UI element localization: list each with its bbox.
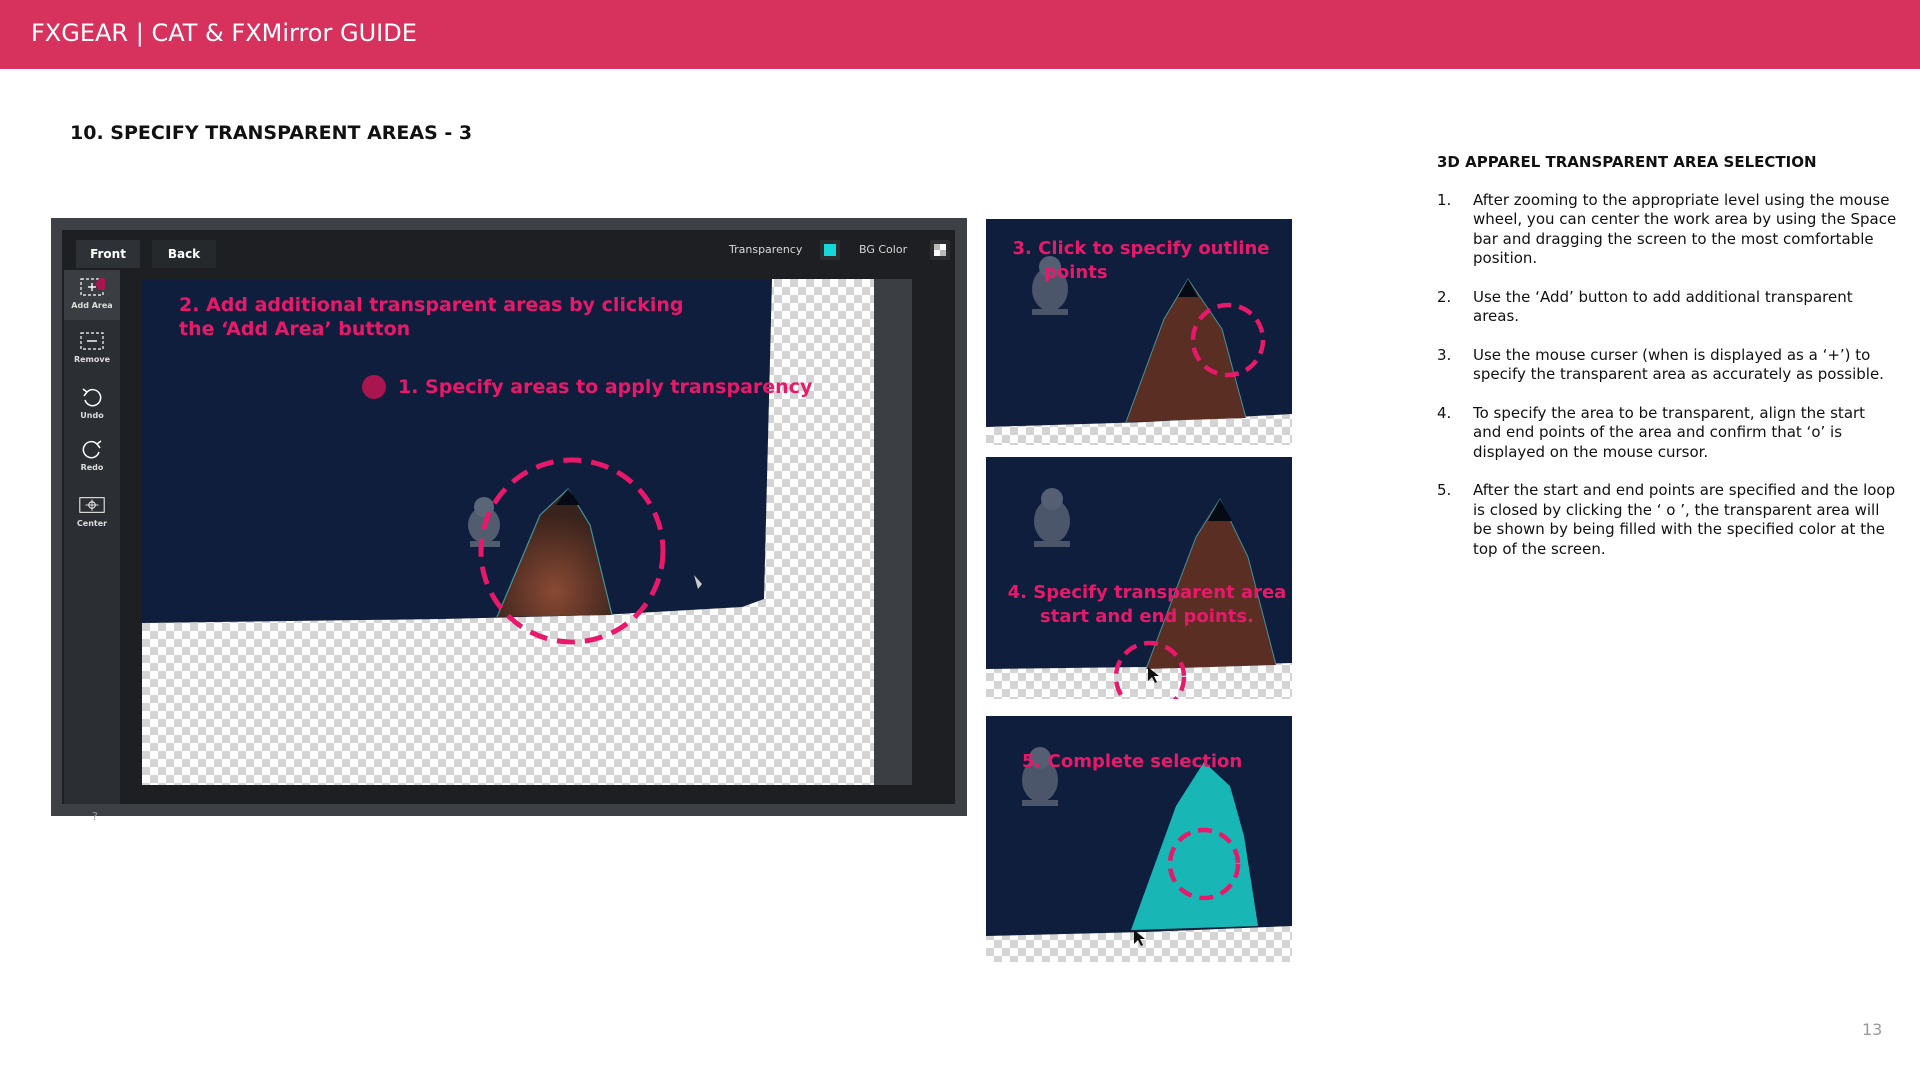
app-screenshot: Front Back Transparency BG Color Add Are… xyxy=(51,218,967,823)
page-number: 13 xyxy=(1862,1020,1883,1039)
step-number: 4. xyxy=(1437,403,1452,422)
instructions-title: 3D APPAREL TRANSPARENT AREA SELECTION xyxy=(1437,153,1817,171)
center-button[interactable]: Center xyxy=(64,488,120,538)
step-number: 5. xyxy=(1437,481,1452,499)
instruction-step: 3. Use the mouse curser (when is display… xyxy=(1437,346,1897,385)
add-area-button[interactable]: Add Area xyxy=(64,270,120,320)
step3-callout-line1: 3. Click to specify outline xyxy=(1012,238,1270,259)
step4-callout-line2: start and end points. xyxy=(1040,606,1254,627)
step-text: After the start and end points are speci… xyxy=(1473,481,1896,558)
center-label: Center xyxy=(76,519,108,528)
bg-color-swatch[interactable] xyxy=(930,240,950,260)
step3-callout: 3. Click to specify outline points xyxy=(1006,237,1276,285)
step-number: 2. xyxy=(1437,287,1452,306)
instruction-step: 4. To specify the area to be transparent… xyxy=(1437,404,1897,463)
undo-button[interactable]: Undo xyxy=(64,380,120,430)
undo-icon xyxy=(82,388,102,407)
redo-icon xyxy=(82,440,102,459)
section-title: 10. SPECIFY TRANSPARENT AREAS - 3 xyxy=(70,122,473,144)
tab-bar: Front Back Transparency BG Color xyxy=(62,230,955,268)
step5-callout: 5. Complete selection xyxy=(1022,751,1243,772)
transparency-color-swatch[interactable] xyxy=(820,240,840,260)
step-text: Use the mouse curser (when is displayed … xyxy=(1473,345,1884,384)
app-window: Front Back Transparency BG Color Add Are… xyxy=(62,230,955,823)
instruction-step: 2. Use the ‘Add’ button to add additiona… xyxy=(1437,288,1897,327)
bg-color-label: BG Color xyxy=(859,243,908,256)
redo-label: Redo xyxy=(80,463,104,472)
instruction-step: 1. After zooming to the appropriate leve… xyxy=(1437,191,1897,269)
center-icon xyxy=(79,497,105,513)
tab-front[interactable]: Front xyxy=(76,240,140,268)
step3-callout-line2: points xyxy=(1044,262,1108,283)
step4-callout: 4. Specify transparent area start and en… xyxy=(1002,581,1292,629)
redo-button[interactable]: Redo xyxy=(64,432,120,482)
step4-callout-line1: 4. Specify transparent area xyxy=(1007,582,1287,603)
canvas-scrollbar[interactable] xyxy=(874,279,912,785)
header-title: FXGEAR | CAT & FXMirror GUIDE xyxy=(31,19,417,47)
tool-sidebar: Add Area Remove Undo Redo Center ? xyxy=(64,270,120,823)
step-text: After zooming to the appropriate level u… xyxy=(1473,190,1897,268)
undo-label: Undo xyxy=(80,411,104,420)
remove-button[interactable]: Remove xyxy=(64,324,120,374)
step4-image xyxy=(986,457,1292,699)
highlight-circle xyxy=(478,457,666,645)
header-bar: FXGEAR | CAT & FXMirror GUIDE xyxy=(0,0,1920,69)
instructions: 3D APPAREL TRANSPARENT AREA SELECTION 1.… xyxy=(1437,153,1897,578)
step-number: 3. xyxy=(1437,345,1452,364)
canvas-viewport[interactable]: 2. Add additional transparent areas by c… xyxy=(142,279,912,785)
instruction-step: 5. After the start and end points are sp… xyxy=(1437,481,1897,559)
step-text: Use the ‘Add’ button to add additional t… xyxy=(1473,287,1853,326)
step3-panel: 3. Click to specify outline points xyxy=(986,219,1292,445)
step-text: To specify the area to be transparent, a… xyxy=(1473,403,1866,461)
step5-panel: 5. Complete selection xyxy=(986,716,1292,962)
remove-area-icon xyxy=(80,332,104,350)
help-icon[interactable]: ? xyxy=(92,810,98,823)
garment-canvas[interactable]: 2. Add additional transparent areas by c… xyxy=(142,279,908,785)
remove-label: Remove xyxy=(73,355,111,364)
tab-back[interactable]: Back xyxy=(152,240,216,268)
add-area-icon xyxy=(80,278,105,296)
step-number: 1. xyxy=(1437,190,1452,209)
transparency-label: Transparency xyxy=(729,243,803,256)
step4-panel: 4. Specify transparent area start and en… xyxy=(986,457,1292,699)
add-area-label: Add Area xyxy=(71,301,113,310)
